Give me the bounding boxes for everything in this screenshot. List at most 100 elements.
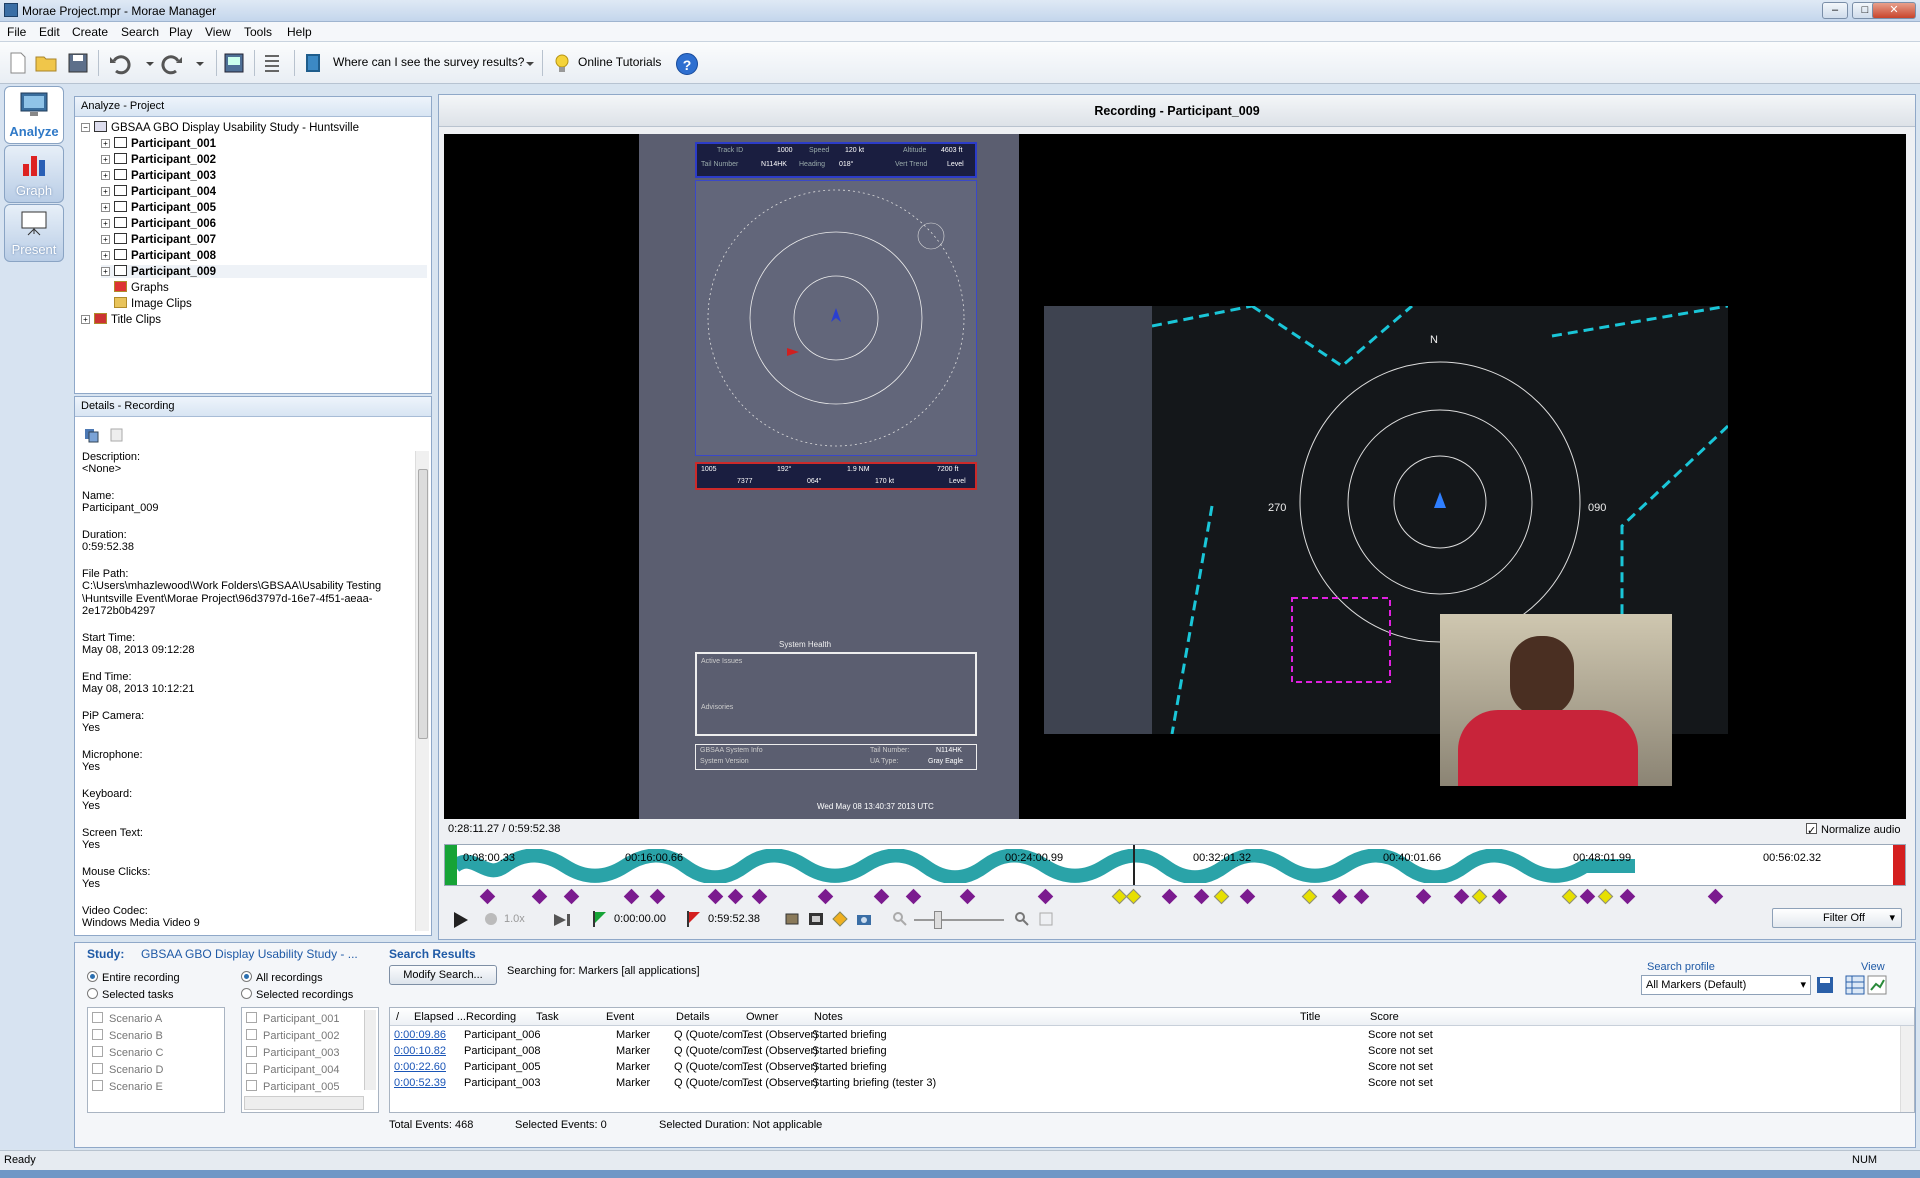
save-icon[interactable] [66, 51, 90, 75]
column-details[interactable]: Details [676, 1011, 710, 1023]
scenario-e-checkbox[interactable]: Scenario E [92, 1080, 163, 1093]
participant-list-scrollbar[interactable] [364, 1010, 376, 1090]
results-scrollbar[interactable] [1900, 1026, 1914, 1112]
tree-title-clips[interactable]: + Title Clips [81, 313, 161, 326]
participant-002-checkbox[interactable]: Participant_002 [246, 1029, 339, 1042]
tree-participant-009[interactable]: + Participant_009 [101, 265, 427, 278]
out-point-flag[interactable] [1893, 845, 1905, 885]
participant-003-checkbox[interactable]: Participant_003 [246, 1046, 339, 1059]
redo-dropdown-icon[interactable] [194, 51, 206, 75]
playhead[interactable] [1133, 845, 1135, 885]
playback-speed[interactable]: 1.0x [504, 913, 525, 925]
participant-001-checkbox[interactable]: Participant_001 [246, 1012, 339, 1025]
import-icon[interactable] [222, 51, 246, 75]
play-icon[interactable] [450, 910, 470, 930]
out-point-icon[interactable] [686, 910, 702, 928]
timeline-track[interactable]: 0:08:00.33 00:16:00.66 00:24:00.99 00:32… [444, 844, 1906, 886]
selected-recordings-radio[interactable]: Selected recordings [241, 988, 353, 1001]
tree-participant-001[interactable]: + Participant_001 [101, 137, 216, 150]
column-owner[interactable]: Owner [746, 1011, 778, 1023]
participant-004-checkbox[interactable]: Participant_004 [246, 1063, 339, 1076]
new-file-icon[interactable] [6, 51, 30, 75]
zoom-slider[interactable] [914, 919, 1004, 921]
column-recording[interactable]: Recording [466, 1011, 516, 1023]
participant-005-checkbox[interactable]: Participant_005 [246, 1080, 339, 1093]
menu-create[interactable]: Create [72, 25, 108, 39]
table-row[interactable]: 0:00:22.60 Participant_005 Marker Q (Quo… [390, 1060, 1900, 1076]
clip-icon[interactable] [784, 911, 800, 927]
graph-mode-button[interactable]: Graph [4, 145, 64, 203]
column-elapsed[interactable]: Elapsed ... [414, 1011, 466, 1023]
minimize-button[interactable]: – [1822, 2, 1848, 19]
menu-file[interactable]: File [7, 25, 26, 39]
close-button[interactable]: ✕ [1872, 2, 1916, 19]
details-scrollbar[interactable] [415, 451, 429, 931]
tree-image-clips[interactable]: +Image Clips [101, 297, 192, 310]
task-list-icon[interactable] [260, 51, 284, 75]
normalize-audio-checkbox[interactable]: ✓ Normalize audio [1806, 823, 1900, 837]
help-icon[interactable]: ? [676, 53, 698, 75]
video-player[interactable]: Track ID 1000 Speed 120 kt Altitude 4603… [444, 134, 1906, 819]
tree-participant-006[interactable]: + Participant_006 [101, 217, 216, 230]
marker-icon[interactable] [832, 911, 848, 927]
tree-graphs[interactable]: Graphs [114, 281, 169, 294]
menu-search[interactable]: Search [121, 25, 159, 39]
table-row[interactable]: 0:00:09.86 Participant_006 Marker Q (Quo… [390, 1028, 1900, 1044]
in-point-icon[interactable] [592, 910, 608, 928]
grid-view-icon[interactable] [1845, 975, 1865, 995]
help-question-text[interactable]: Where can I see the survey results? [333, 55, 524, 69]
snapshot-icon[interactable] [856, 911, 872, 927]
open-folder-icon[interactable] [34, 51, 58, 75]
zoom-in-icon[interactable] [1014, 911, 1030, 927]
participant-list-hscroll[interactable] [244, 1096, 364, 1110]
present-mode-button[interactable]: Present [4, 204, 64, 262]
zoom-out-icon[interactable] [892, 911, 908, 927]
tree-participant-008[interactable]: + Participant_008 [101, 249, 216, 262]
zoom-fit-icon[interactable] [1038, 911, 1054, 927]
tree-participant-005[interactable]: + Participant_005 [101, 201, 216, 214]
tree-participant-007[interactable]: + Participant_007 [101, 233, 216, 246]
selected-tasks-radio[interactable]: Selected tasks [87, 988, 174, 1001]
column-title[interactable]: Title [1300, 1011, 1320, 1023]
edit-icon[interactable] [109, 427, 125, 443]
scenario-d-checkbox[interactable]: Scenario D [92, 1063, 163, 1076]
table-row[interactable]: 0:00:52.39 Participant_003 Marker Q (Quo… [390, 1076, 1900, 1092]
tree-study[interactable]: − GBSAA GBO Display Usability Study - Hun… [81, 121, 359, 134]
column-notes[interactable]: Notes [814, 1011, 843, 1023]
save-profile-icon[interactable] [1815, 975, 1835, 995]
filmstrip-icon[interactable] [808, 911, 824, 927]
undo-icon[interactable] [108, 51, 132, 75]
menu-play[interactable]: Play [169, 25, 192, 39]
column-score[interactable]: Score [1370, 1011, 1399, 1023]
search-profile-dropdown[interactable]: All Markers (Default) ▾ [1641, 975, 1811, 995]
scenario-a-checkbox[interactable]: Scenario A [92, 1012, 162, 1025]
in-point-flag[interactable] [445, 845, 457, 885]
column-event[interactable]: Event [606, 1011, 634, 1023]
all-recordings-radio[interactable]: All recordings [241, 971, 323, 984]
lightbulb-icon [555, 54, 569, 72]
tree-participant-002[interactable]: + Participant_002 [101, 153, 216, 166]
online-tutorials-link[interactable]: Online Tutorials [578, 55, 661, 69]
undo-dropdown-icon[interactable] [144, 51, 156, 75]
scenario-c-checkbox[interactable]: Scenario C [92, 1046, 163, 1059]
zoom-slider-thumb[interactable] [934, 911, 942, 929]
copy-icon[interactable] [83, 427, 101, 443]
menu-tools[interactable]: Tools [244, 25, 272, 39]
table-row[interactable]: 0:00:10.82 Participant_008 Marker Q (Quo… [390, 1044, 1900, 1060]
filter-dropdown[interactable]: Filter Off ▾ [1772, 908, 1902, 928]
chart-view-icon[interactable] [1867, 975, 1887, 995]
question-dropdown-icon[interactable] [524, 51, 536, 75]
skip-to-end-icon[interactable] [552, 912, 574, 928]
menu-view[interactable]: View [205, 25, 231, 39]
tree-participant-004[interactable]: + Participant_004 [101, 185, 216, 198]
modify-search-button[interactable]: Modify Search... [389, 965, 497, 985]
menu-help[interactable]: Help [287, 25, 312, 39]
column-task[interactable]: Task [536, 1011, 559, 1023]
analyze-mode-button[interactable]: Analyze [4, 86, 64, 144]
menu-edit[interactable]: Edit [39, 25, 60, 39]
entire-recording-radio[interactable]: Entire recording [87, 971, 180, 984]
tree-participant-003[interactable]: + Participant_003 [101, 169, 216, 182]
redo-icon[interactable] [160, 51, 184, 75]
status-bar: Ready NUM [0, 1150, 1920, 1170]
scenario-b-checkbox[interactable]: Scenario B [92, 1029, 163, 1042]
